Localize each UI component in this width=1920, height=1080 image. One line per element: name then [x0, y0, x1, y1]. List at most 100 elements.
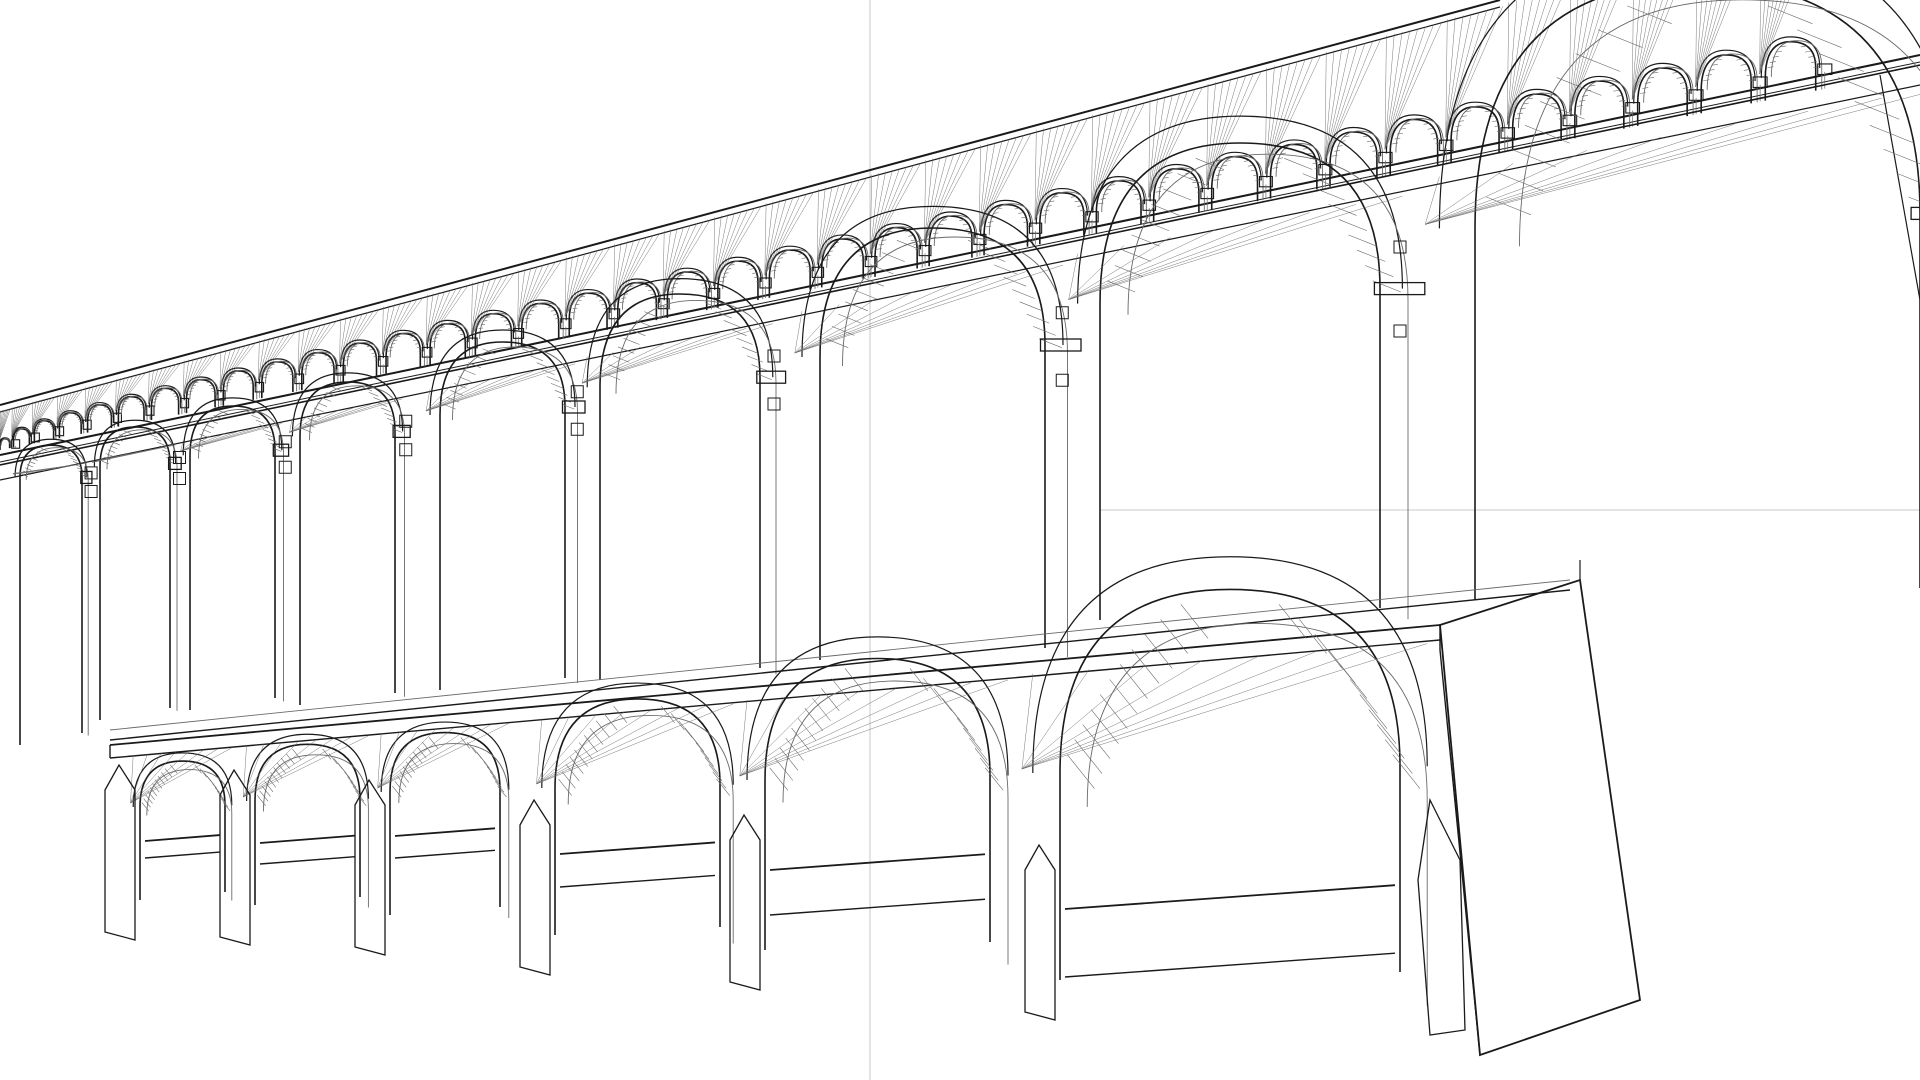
barrel-rib	[1102, 193, 1109, 195]
modeling-viewport[interactable]	[0, 0, 1920, 1080]
barrel-rib	[1109, 679, 1138, 714]
upper-base-cornice-edge	[0, 61, 1920, 463]
barrel-rib	[347, 776, 357, 788]
upper-tier	[0, 0, 1920, 463]
barrel-rib	[1740, 63, 1747, 66]
arch-voussoir-ring	[1438, 0, 1920, 229]
barrel-rib	[1397, 132, 1403, 135]
barrel-rib	[1621, 105, 1628, 107]
barrel-rib	[831, 678, 850, 702]
spandrel-fan-line	[183, 352, 218, 397]
barrel-rib	[1189, 176, 1195, 179]
barrel-rib	[1131, 188, 1137, 191]
spandrel-fan-line	[243, 736, 352, 798]
barrel-rib	[413, 339, 418, 341]
spandrel-fan-line	[1021, 669, 1090, 770]
spandrel-fan-line	[764, 192, 814, 276]
upper-base-cornice	[0, 54, 1920, 456]
spandrel-fan-line	[1021, 673, 1034, 770]
arch-barrel-edge	[1335, 130, 1383, 177]
barrel-rib	[1767, 5, 1813, 24]
spandrel-fan-line	[564, 249, 598, 317]
spandrel-fan-line	[581, 342, 667, 384]
spandrel-fan-line	[739, 699, 748, 777]
barrel-rib	[949, 708, 969, 731]
arch-voussoir-ring	[1508, 88, 1566, 129]
spandrel-fan-line	[471, 279, 485, 336]
spandrel-fan-line	[1384, 22, 1442, 150]
spandrel-fan-line	[739, 682, 971, 777]
arch-barrel-edge	[567, 714, 734, 944]
barrel-rib	[1039, 338, 1062, 348]
barrel-rib	[458, 376, 471, 382]
spandrel-fan-line	[339, 309, 380, 364]
spandrel-fan-line	[1091, 102, 1145, 210]
barrel-rib	[1332, 154, 1338, 157]
spandrel-fan-line	[425, 292, 440, 346]
spandrel-fan-line	[764, 193, 807, 276]
spandrel-fan-line	[297, 326, 311, 372]
barrel-rib	[716, 778, 730, 796]
arch-intrados	[222, 370, 254, 406]
middle-tier	[0, 0, 1920, 745]
spandrel-fan-line	[1068, 195, 1403, 300]
barrel-rib	[988, 221, 994, 223]
arch-intrados	[389, 731, 501, 915]
barrel-rib	[570, 311, 576, 313]
spandrel-fan-line	[1507, 0, 1554, 125]
barrel-rib	[621, 297, 627, 299]
lower-course-band	[1064, 952, 1396, 978]
barrel-rib	[1316, 188, 1345, 201]
barrel-rib	[773, 265, 779, 268]
barrel-rib	[267, 438, 277, 443]
barrel-rib	[1514, 117, 1521, 120]
lower-tier	[104, 556, 1441, 1021]
barrel-rib	[723, 320, 740, 328]
barrel-rib	[67, 454, 75, 458]
spandrel-fan-line	[1206, 78, 1232, 186]
arch-intrados	[254, 743, 361, 905]
barrel-rib	[719, 280, 725, 283]
lower-course-band	[559, 841, 716, 855]
spandrel-fan-line	[739, 688, 897, 777]
barrel-rib	[974, 747, 994, 771]
lower-course-band	[769, 853, 986, 871]
arch-voussoir-ring	[1077, 115, 1403, 304]
barrel-rib	[1805, 50, 1812, 53]
barrel-rib	[1359, 694, 1388, 729]
middle-impost-band	[756, 370, 787, 384]
barrel-rib	[112, 441, 120, 446]
putlog-block	[399, 443, 413, 457]
spandrel-fan-line	[1265, 57, 1314, 174]
barrel-rib	[804, 708, 824, 731]
barrel-rib	[695, 274, 700, 277]
barrel-rib	[1090, 709, 1119, 744]
barrel-rib	[272, 447, 282, 452]
barrel-rib	[746, 355, 764, 363]
spandrel-fan-line	[1206, 71, 1262, 186]
arch-barrel-edge	[1770, 40, 1823, 90]
middle-walkway-inner	[109, 579, 1571, 731]
putlog-block	[84, 485, 98, 498]
spandrel-fan-line	[517, 267, 532, 327]
barrel-rib	[263, 376, 267, 379]
spandrel-fan-line	[1445, 6, 1504, 138]
barrel-rib	[1338, 219, 1368, 232]
barrel-rib	[304, 364, 309, 367]
lower-course-band	[144, 834, 221, 842]
spandrel-fan-line	[924, 155, 948, 243]
barrel-rib	[1120, 664, 1148, 699]
spandrel-fan-line	[84, 380, 114, 419]
barrel-rib	[644, 311, 661, 319]
barrel-rib	[154, 438, 162, 442]
barrel-rib	[76, 467, 84, 471]
spandrel-fan-line	[382, 300, 412, 355]
barrel-rib	[1098, 202, 1104, 205]
arch-barrel-edge	[198, 408, 284, 702]
barrel-rib	[1703, 79, 1710, 82]
barrel-rib	[1581, 94, 1588, 97]
barrel-rib	[1082, 724, 1111, 759]
barrel-rib	[189, 390, 193, 392]
barrel-rib	[801, 257, 807, 259]
spandrel-fan-line	[1324, 40, 1374, 162]
